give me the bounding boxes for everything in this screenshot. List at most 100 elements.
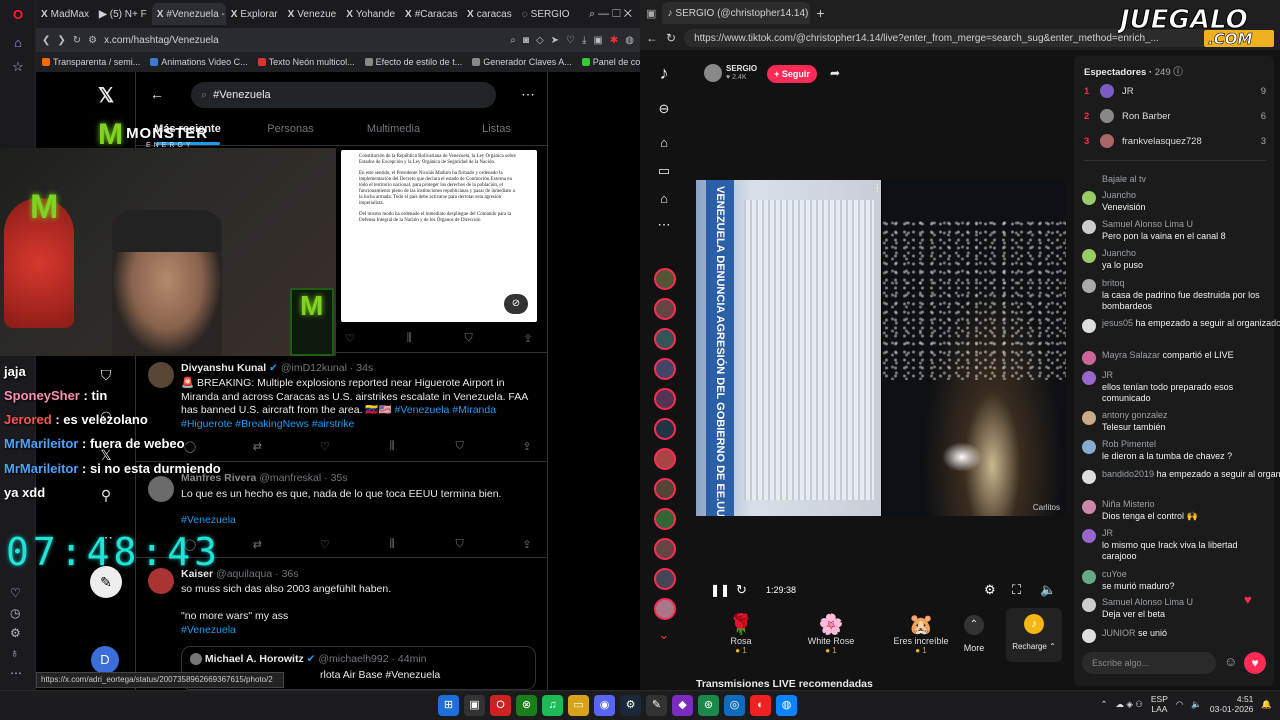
author-name[interactable]: Divyanshu Kunal bbox=[181, 362, 266, 374]
grok-icon[interactable]: ⊘ bbox=[504, 294, 528, 314]
live-avatar[interactable] bbox=[654, 568, 676, 590]
gift-item[interactable]: 🌹 Rosa ● 1 bbox=[701, 612, 781, 655]
bookmark-icon[interactable]: ⛉ bbox=[451, 538, 469, 551]
tv-icon[interactable]: ⌂ bbox=[656, 136, 672, 149]
live-avatar[interactable] bbox=[654, 598, 676, 620]
views-icon[interactable]: ⫼ bbox=[383, 538, 401, 551]
tray-icons[interactable]: ☁ ◈ ⚇ bbox=[1116, 699, 1143, 710]
streamer-avatar[interactable] bbox=[704, 64, 722, 82]
extension-icon[interactable]: ✱ bbox=[610, 35, 618, 46]
timestamp[interactable]: 36s bbox=[282, 568, 299, 580]
emoji-icon[interactable]: ☺ bbox=[1224, 654, 1237, 669]
tweet[interactable]: Kaiser @aquilaqua · 36s so muss sich das… bbox=[136, 558, 548, 690]
streamer-name[interactable]: SERGIO bbox=[726, 64, 757, 73]
more-gifts[interactable]: ⌃ More bbox=[951, 615, 997, 653]
edge-icon[interactable]: ◍ bbox=[776, 695, 797, 716]
settings-icon[interactable]: ⚙ bbox=[10, 626, 22, 640]
refresh-icon[interactable]: ↻ bbox=[736, 582, 747, 598]
top-viewer-row[interactable]: 1 JR 9 bbox=[1084, 84, 1266, 98]
taskview-icon[interactable]: ▣ bbox=[464, 695, 485, 716]
share-icon[interactable]: ⇪ bbox=[519, 332, 537, 345]
bookmark-icon[interactable]: ⛉ bbox=[460, 332, 478, 345]
views-icon[interactable]: ⫼ bbox=[383, 440, 401, 453]
clock[interactable]: 4:51 03-01-2026 bbox=[1210, 694, 1253, 714]
notifications-icon[interactable]: 🔔 bbox=[1261, 699, 1272, 710]
author-handle[interactable]: @imD12kunal bbox=[281, 362, 347, 374]
chat-comment[interactable]: Niña Misterio Dios tenga el control 🙌 bbox=[1082, 499, 1268, 522]
send-icon[interactable]: ➤ bbox=[551, 35, 559, 46]
more-options-icon[interactable]: ⋯ bbox=[521, 86, 535, 103]
x-logo-icon[interactable]: 𝕏 bbox=[98, 86, 114, 106]
home-icon[interactable]: ⌂ bbox=[10, 36, 26, 49]
tiktok-logo-icon[interactable]: ♪ bbox=[656, 64, 672, 82]
author-handle[interactable]: @aquilaqua bbox=[216, 568, 272, 580]
browser-tab[interactable]: X#Venezuela - Bú bbox=[151, 3, 226, 25]
live-camera-icon[interactable]: ▭ bbox=[656, 164, 672, 177]
chat-comment[interactable]: Juancho ya lo puso bbox=[1082, 248, 1268, 271]
star-icon[interactable]: ☆ bbox=[10, 60, 26, 73]
heart-gift-icon[interactable]: ♥ bbox=[1244, 652, 1266, 674]
follow-button[interactable]: + Seguir bbox=[767, 65, 817, 83]
retweet-icon[interactable]: ⇄ bbox=[248, 538, 266, 551]
explore-icon[interactable]: ⌂ bbox=[656, 192, 672, 205]
bookmark-item[interactable]: Texto Neón multicol... bbox=[257, 57, 355, 67]
bookmark-item[interactable]: Animations Video C... bbox=[150, 57, 248, 67]
folder-icon[interactable]: ▭ bbox=[568, 695, 589, 716]
live-avatar[interactable] bbox=[654, 388, 676, 410]
settings-icon[interactable]: ⚙ bbox=[984, 582, 996, 598]
shield-icon[interactable]: ◇ bbox=[536, 35, 544, 46]
more-icon[interactable]: ⋯ bbox=[656, 218, 672, 231]
chevron-down-icon[interactable]: ⌄ bbox=[656, 628, 672, 641]
back-icon[interactable]: ❮ bbox=[42, 35, 50, 46]
url-field[interactable]: x.com/hashtag/Venezuela bbox=[104, 35, 503, 46]
browser-tab[interactable]: ▶ (5) N+ F bbox=[94, 3, 152, 25]
bookmark-item[interactable]: Panel de control del... bbox=[581, 57, 640, 67]
bookmark-item[interactable]: Generador Claves A... bbox=[472, 57, 572, 67]
tab-personas[interactable]: Personas bbox=[239, 116, 342, 145]
chat-comment[interactable]: Rob Pimentel le dieron a la tumba de chav… bbox=[1082, 439, 1268, 462]
profile-icon[interactable]: ⚲ bbox=[98, 488, 114, 502]
author-handle[interactable]: @manfreskal bbox=[259, 472, 321, 484]
notes-icon[interactable]: ✎ bbox=[646, 695, 667, 716]
volume-icon[interactable]: 🔈 bbox=[1040, 582, 1056, 598]
gift-item[interactable]: 🌸 White Rose ● 1 bbox=[791, 612, 871, 655]
browser-tab[interactable]: X #Caracas bbox=[400, 3, 462, 25]
wifi-icon[interactable]: ◠ bbox=[1176, 699, 1183, 710]
chat-comment[interactable]: jesus05 ha empezado a seguir al organiza… bbox=[1082, 318, 1280, 333]
chat-comment[interactable]: Samuel Alonso Lima U Pero pon la vaina en… bbox=[1082, 219, 1268, 242]
recharge-button[interactable]: ♪ Recharge ⌃ bbox=[1006, 608, 1062, 662]
like-icon[interactable]: ♡ bbox=[341, 332, 359, 345]
tips-icon[interactable]: ♁ bbox=[10, 646, 22, 660]
forward-icon[interactable]: ❯ bbox=[57, 35, 65, 46]
heart-icon[interactable]: ♡ bbox=[566, 35, 575, 46]
site-info-icon[interactable]: ⚙ bbox=[88, 35, 97, 46]
top-viewer-row[interactable]: 3 frankvelasquez728 3 bbox=[1084, 134, 1266, 148]
bookmark-icon[interactable]: ⛉ bbox=[451, 440, 469, 453]
browser-tab[interactable]: X Venezue bbox=[283, 3, 342, 25]
chat-comment[interactable]: cuYoe se murió maduro? bbox=[1082, 569, 1268, 592]
xbox-icon[interactable]: ⊗ bbox=[516, 695, 537, 716]
bookmark-item[interactable]: Efecto de estilo de t... bbox=[364, 57, 462, 67]
hashtags[interactable]: #Venezuela bbox=[181, 514, 536, 528]
browser-tab[interactable]: ◌ SERGIO bbox=[517, 3, 575, 25]
app-icon[interactable]: ⊛ bbox=[698, 695, 719, 716]
live-video[interactable]: VENEZUELA DENUNCIA AGRESIÓN DEL GOBIERNO… bbox=[696, 180, 1066, 516]
like-icon[interactable]: ♡ bbox=[316, 440, 334, 453]
hashtags[interactable]: #Venezuela bbox=[181, 624, 536, 638]
retweet-icon[interactable]: ⇄ bbox=[248, 440, 266, 453]
tab-listas[interactable]: Listas bbox=[445, 116, 548, 145]
discord-icon[interactable]: ◉ bbox=[594, 695, 615, 716]
info-icon[interactable]: ⓘ bbox=[1173, 67, 1183, 78]
search-icon[interactable]: ⌕ bbox=[510, 35, 516, 46]
account-avatar[interactable]: D bbox=[91, 646, 119, 674]
avatar[interactable] bbox=[148, 476, 174, 502]
language-indicator[interactable]: ESP LAA bbox=[1151, 694, 1168, 714]
live-avatar[interactable] bbox=[654, 358, 676, 380]
tab-multimedia[interactable]: Multimedia bbox=[342, 116, 445, 145]
live-avatar[interactable] bbox=[654, 448, 676, 470]
history-icon[interactable]: ◷ bbox=[10, 606, 22, 620]
search-input[interactable]: ⌕ #Venezuela bbox=[191, 82, 496, 108]
fullscreen-icon[interactable]: ⛶ bbox=[1012, 582, 1021, 598]
chat-comment[interactable]: Mayra Salazar compartió el LIVE bbox=[1082, 350, 1268, 365]
back-arrow-icon[interactable]: ← bbox=[150, 86, 164, 102]
